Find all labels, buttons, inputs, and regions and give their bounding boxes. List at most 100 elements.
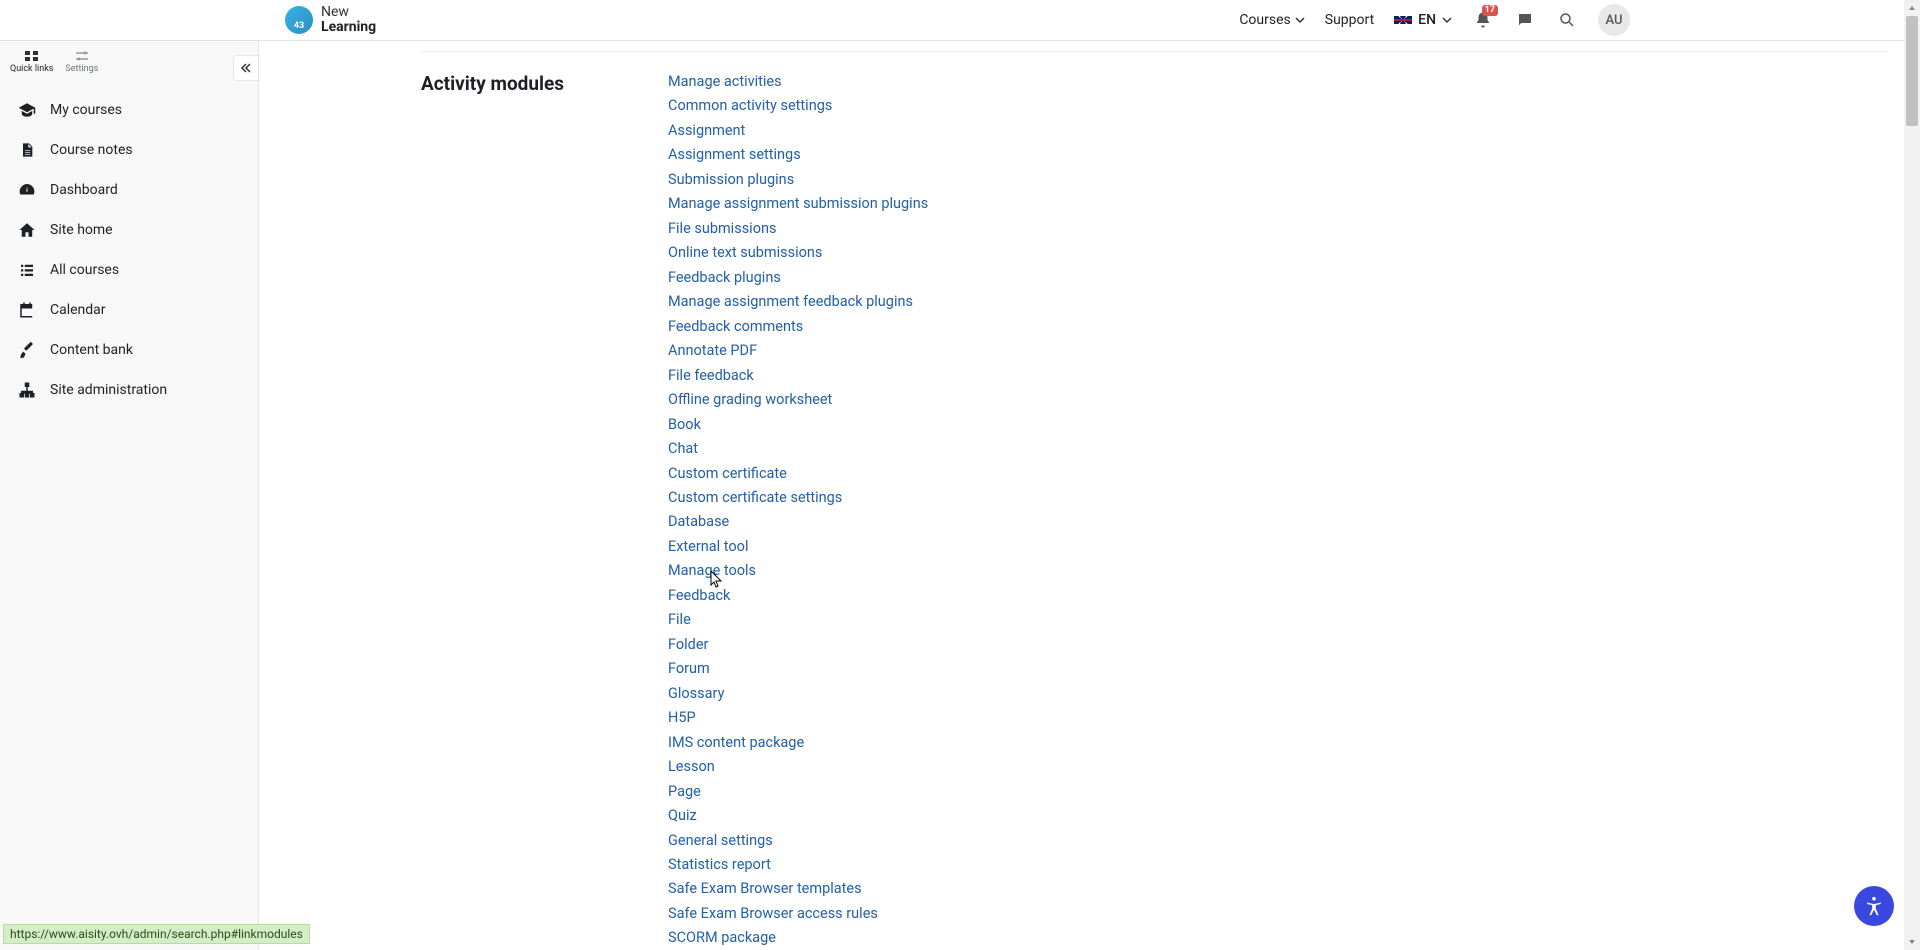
admin-link[interactable]: Common activity settings — [668, 94, 832, 118]
sidebar: Quick links Settings My courses Course no… — [0, 41, 259, 950]
file-icon — [18, 141, 36, 159]
chat-icon — [1516, 11, 1534, 29]
admin-link[interactable]: Forum — [668, 657, 710, 681]
scroll-down-arrow[interactable] — [1904, 934, 1920, 950]
calendar-icon — [18, 301, 36, 319]
admin-link[interactable]: Glossary — [668, 682, 724, 706]
admin-link[interactable]: Lesson — [668, 755, 715, 779]
sidebar-item-my-courses[interactable]: My courses — [0, 90, 258, 130]
admin-link[interactable]: Feedback — [668, 584, 730, 608]
chevron-down-icon — [1442, 15, 1452, 25]
admin-link[interactable]: Chat — [668, 437, 698, 461]
admin-link[interactable]: Database — [668, 510, 729, 534]
gauge-icon — [18, 181, 36, 199]
admin-link[interactable]: Feedback comments — [668, 315, 803, 339]
admin-link[interactable]: Manage assignment feedback plugins — [668, 290, 913, 314]
grid-icon — [23, 49, 41, 63]
nav-support-label: Support — [1325, 12, 1374, 28]
home-icon — [18, 221, 36, 239]
admin-link[interactable]: File feedback — [668, 364, 754, 388]
logo-text: New Learning — [321, 5, 376, 34]
admin-link[interactable]: Manage activities — [668, 70, 782, 94]
main-content: Activity modules Manage activitiesCommon… — [259, 41, 1920, 950]
sidebar-item-all-courses[interactable]: All courses — [0, 250, 258, 290]
sidebar-item-calendar[interactable]: Calendar — [0, 290, 258, 330]
sidebar-item-label: Site home — [50, 222, 113, 238]
admin-link[interactable]: External tool — [668, 535, 748, 559]
admin-link[interactable]: Safe Exam Browser access rules — [668, 902, 878, 926]
scroll-up-arrow[interactable] — [1904, 0, 1920, 16]
admin-link[interactable]: Page — [668, 780, 701, 804]
admin-link[interactable]: File submissions — [668, 217, 776, 241]
language-label: EN — [1418, 12, 1436, 28]
scroll-thumb[interactable] — [1906, 16, 1918, 126]
admin-link[interactable]: Book — [668, 413, 701, 437]
section-title: Activity modules — [421, 70, 668, 950]
admin-link[interactable]: Safe Exam Browser templates — [668, 877, 862, 901]
sidebar-item-label: Content bank — [50, 342, 133, 358]
sidebar-item-dashboard[interactable]: Dashboard — [0, 170, 258, 210]
notification-badge: 17 — [1482, 5, 1498, 16]
admin-link[interactable]: H5P — [668, 706, 696, 730]
logo[interactable]: New Learning — [285, 5, 376, 34]
accessibility-button[interactable] — [1854, 886, 1894, 926]
sitemap-icon — [18, 381, 36, 399]
link-tree: Manage activitiesCommon activity setting… — [668, 70, 1888, 950]
sidebar-item-content-bank[interactable]: Content bank — [0, 330, 258, 370]
header: New Learning Courses Support EN 17 AU — [0, 0, 1920, 41]
search-icon — [1558, 11, 1576, 29]
admin-link[interactable]: File — [668, 608, 691, 632]
admin-link[interactable]: Annotate PDF — [668, 339, 757, 363]
admin-link[interactable]: General settings — [668, 829, 773, 853]
admin-link[interactable]: Statistics report — [668, 853, 771, 877]
chevron-down-icon — [1295, 15, 1305, 25]
admin-link[interactable]: Manage tools — [668, 559, 756, 583]
sidebar-item-label: Site administration — [50, 382, 167, 398]
search-button[interactable] — [1556, 9, 1578, 31]
accessibility-icon — [1863, 895, 1885, 917]
sidebar-tab-settings[interactable]: Settings — [59, 47, 104, 76]
admin-link[interactable]: Feedback plugins — [668, 266, 781, 290]
admin-link[interactable]: Assignment settings — [668, 143, 801, 167]
notifications-button[interactable]: 17 — [1472, 9, 1494, 31]
content-section: Activity modules Manage activitiesCommon… — [421, 51, 1888, 950]
logo-line1: New — [321, 5, 376, 20]
sidebar-item-label: Calendar — [50, 302, 106, 318]
sidebar-item-site-administration[interactable]: Site administration — [0, 370, 258, 410]
sidebar-tab-label: Settings — [65, 64, 98, 74]
list-icon — [18, 261, 36, 279]
scrollbar[interactable] — [1904, 0, 1920, 950]
language-selector[interactable]: EN — [1394, 12, 1452, 28]
sidebar-item-label: All courses — [50, 262, 119, 278]
logo-icon — [285, 6, 313, 34]
admin-link[interactable]: Quiz — [668, 804, 697, 828]
sidebar-item-site-home[interactable]: Site home — [0, 210, 258, 250]
nav-support[interactable]: Support — [1325, 12, 1374, 28]
nav-courses[interactable]: Courses — [1239, 12, 1304, 28]
admin-link[interactable]: Submission plugins — [668, 168, 794, 192]
section-row: Activity modules Manage activitiesCommon… — [421, 70, 1888, 950]
sidebar-tab-quick-links[interactable]: Quick links — [4, 47, 59, 76]
admin-link[interactable]: SCORM package — [668, 926, 776, 950]
admin-link[interactable]: Manage assignment submission plugins — [668, 192, 928, 216]
header-right: Courses Support EN 17 AU — [1239, 4, 1630, 36]
user-avatar[interactable]: AU — [1598, 4, 1630, 36]
sidebar-menu: My courses Course notes Dashboard Site home… — [0, 90, 258, 410]
status-bar: https://www.aisity.ovh/admin/search.php#… — [3, 924, 310, 944]
admin-link[interactable]: Folder — [668, 633, 708, 657]
chevron-left-double-icon — [240, 62, 252, 74]
sliders-icon — [73, 49, 91, 63]
sidebar-tabs: Quick links Settings — [0, 41, 258, 76]
admin-link[interactable]: Custom certificate — [668, 462, 787, 486]
admin-link[interactable]: Custom certificate settings — [668, 486, 842, 510]
sidebar-collapse-button[interactable] — [233, 55, 259, 81]
admin-link[interactable]: Online text submissions — [668, 241, 822, 265]
admin-link[interactable]: Offline grading worksheet — [668, 388, 832, 412]
brush-icon — [18, 341, 36, 359]
admin-link[interactable]: IMS content package — [668, 731, 804, 755]
admin-link[interactable]: Assignment — [668, 119, 745, 143]
messages-button[interactable] — [1514, 9, 1536, 31]
sidebar-item-label: Course notes — [50, 142, 133, 158]
sidebar-item-course-notes[interactable]: Course notes — [0, 130, 258, 170]
sidebar-tab-label: Quick links — [10, 64, 53, 74]
